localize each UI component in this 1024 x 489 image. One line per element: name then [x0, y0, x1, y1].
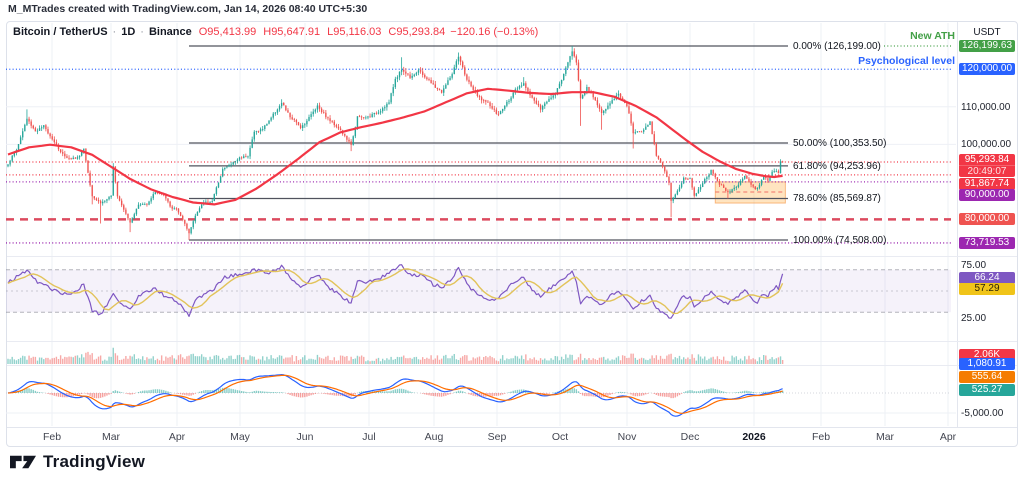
fib-level-label: 50.00% (100,353.50): [793, 138, 886, 149]
time-axis-label: May: [222, 431, 258, 443]
time-axis-label: Mar: [93, 431, 129, 443]
annotation-new-ath: New ATH: [910, 30, 955, 42]
axis-price-badge: 90,000.00: [959, 189, 1015, 201]
fib-level-label: 0.00% (126,199.00): [793, 41, 881, 52]
exchange-name: Binance: [149, 26, 192, 38]
time-axis-label: Jul: [351, 431, 387, 443]
fib-level-label: 61.80% (94,253.96): [793, 161, 881, 172]
open-value: O95,413.99: [199, 26, 257, 38]
separator-dot: ·: [113, 26, 117, 38]
pane-separator: [7, 256, 1017, 257]
symbol-info-bar: Bitcoin / TetherUS · 1D · Binance O95,41…: [13, 26, 538, 38]
time-axis-label: Jun: [287, 431, 323, 443]
chart-plot-area[interactable]: [6, 22, 956, 427]
rsi-axis-tick: 75.00: [961, 260, 986, 271]
axis-price-badge: 126,199.63: [959, 40, 1015, 52]
time-axis-label: Mar: [867, 431, 903, 443]
time-axis-label: Aug: [416, 431, 452, 443]
pane-separator: [7, 341, 1017, 342]
axis-price-badge: 73,719.53: [959, 237, 1015, 249]
time-axis-label: Oct: [542, 431, 578, 443]
time-axis-label: Apr: [930, 431, 966, 443]
axis-indicator-badge: 555.64: [959, 371, 1015, 383]
time-axis-label: Dec: [672, 431, 708, 443]
low-value: L95,116.03: [327, 26, 381, 38]
time-axis-label: Apr: [159, 431, 195, 443]
attribution-text: M_MTrades created with TradingView.com, …: [8, 3, 367, 15]
tradingview-logo[interactable]: TradingView: [10, 452, 145, 472]
pane-separator: [7, 365, 1017, 366]
tradingview-logo-icon: [10, 452, 36, 472]
axis-indicator-badge: 525.27: [959, 384, 1015, 396]
current-price-value: 95,293.84: [959, 154, 1015, 165]
price-axis-tick: 110,000.00: [961, 102, 1010, 113]
axis-currency-label: USDT: [959, 27, 1015, 38]
high-value: H95,647.91: [263, 26, 320, 38]
axis-rsi-badge: 57.29: [959, 283, 1015, 295]
time-axis-label: Nov: [609, 431, 645, 443]
time-axis-label: Feb: [34, 431, 70, 443]
time-axis-label: 2026: [736, 431, 772, 443]
page: M_MTrades created with TradingView.com, …: [0, 0, 1024, 489]
time-axis-label: Feb: [803, 431, 839, 443]
time-axis-label: Sep: [479, 431, 515, 443]
separator-dot: ·: [140, 26, 144, 38]
macd-axis-tick: -5,000.00: [961, 408, 1003, 419]
price-change: −120.16 (−0.13%): [450, 26, 538, 38]
symbol-name[interactable]: Bitcoin / TetherUS: [13, 26, 108, 38]
price-axis-tick: 100,000.00: [961, 139, 1011, 150]
fib-level-label: 78.60% (85,569.87): [793, 193, 881, 204]
axis-price-badge: 80,000.00: [959, 213, 1015, 225]
axis-price-badge: 120,000.00: [959, 63, 1015, 75]
interval-label[interactable]: 1D: [121, 26, 135, 38]
annotation-psychological-level: Psychological level: [858, 55, 955, 67]
tradingview-logo-text: TradingView: [43, 452, 145, 472]
current-price-badge: 95,293.8420:49:07: [959, 154, 1015, 177]
axis-indicator-badge: 1,080.91: [959, 358, 1015, 370]
axis-rsi-badge: 66.24: [959, 272, 1015, 284]
rsi-axis-tick: 25.00: [961, 313, 986, 324]
bar-countdown: 20:49:07: [959, 165, 1015, 177]
fib-level-label: 100.00% (74,508.00): [793, 235, 886, 246]
close-value: C95,293.84: [388, 26, 445, 38]
